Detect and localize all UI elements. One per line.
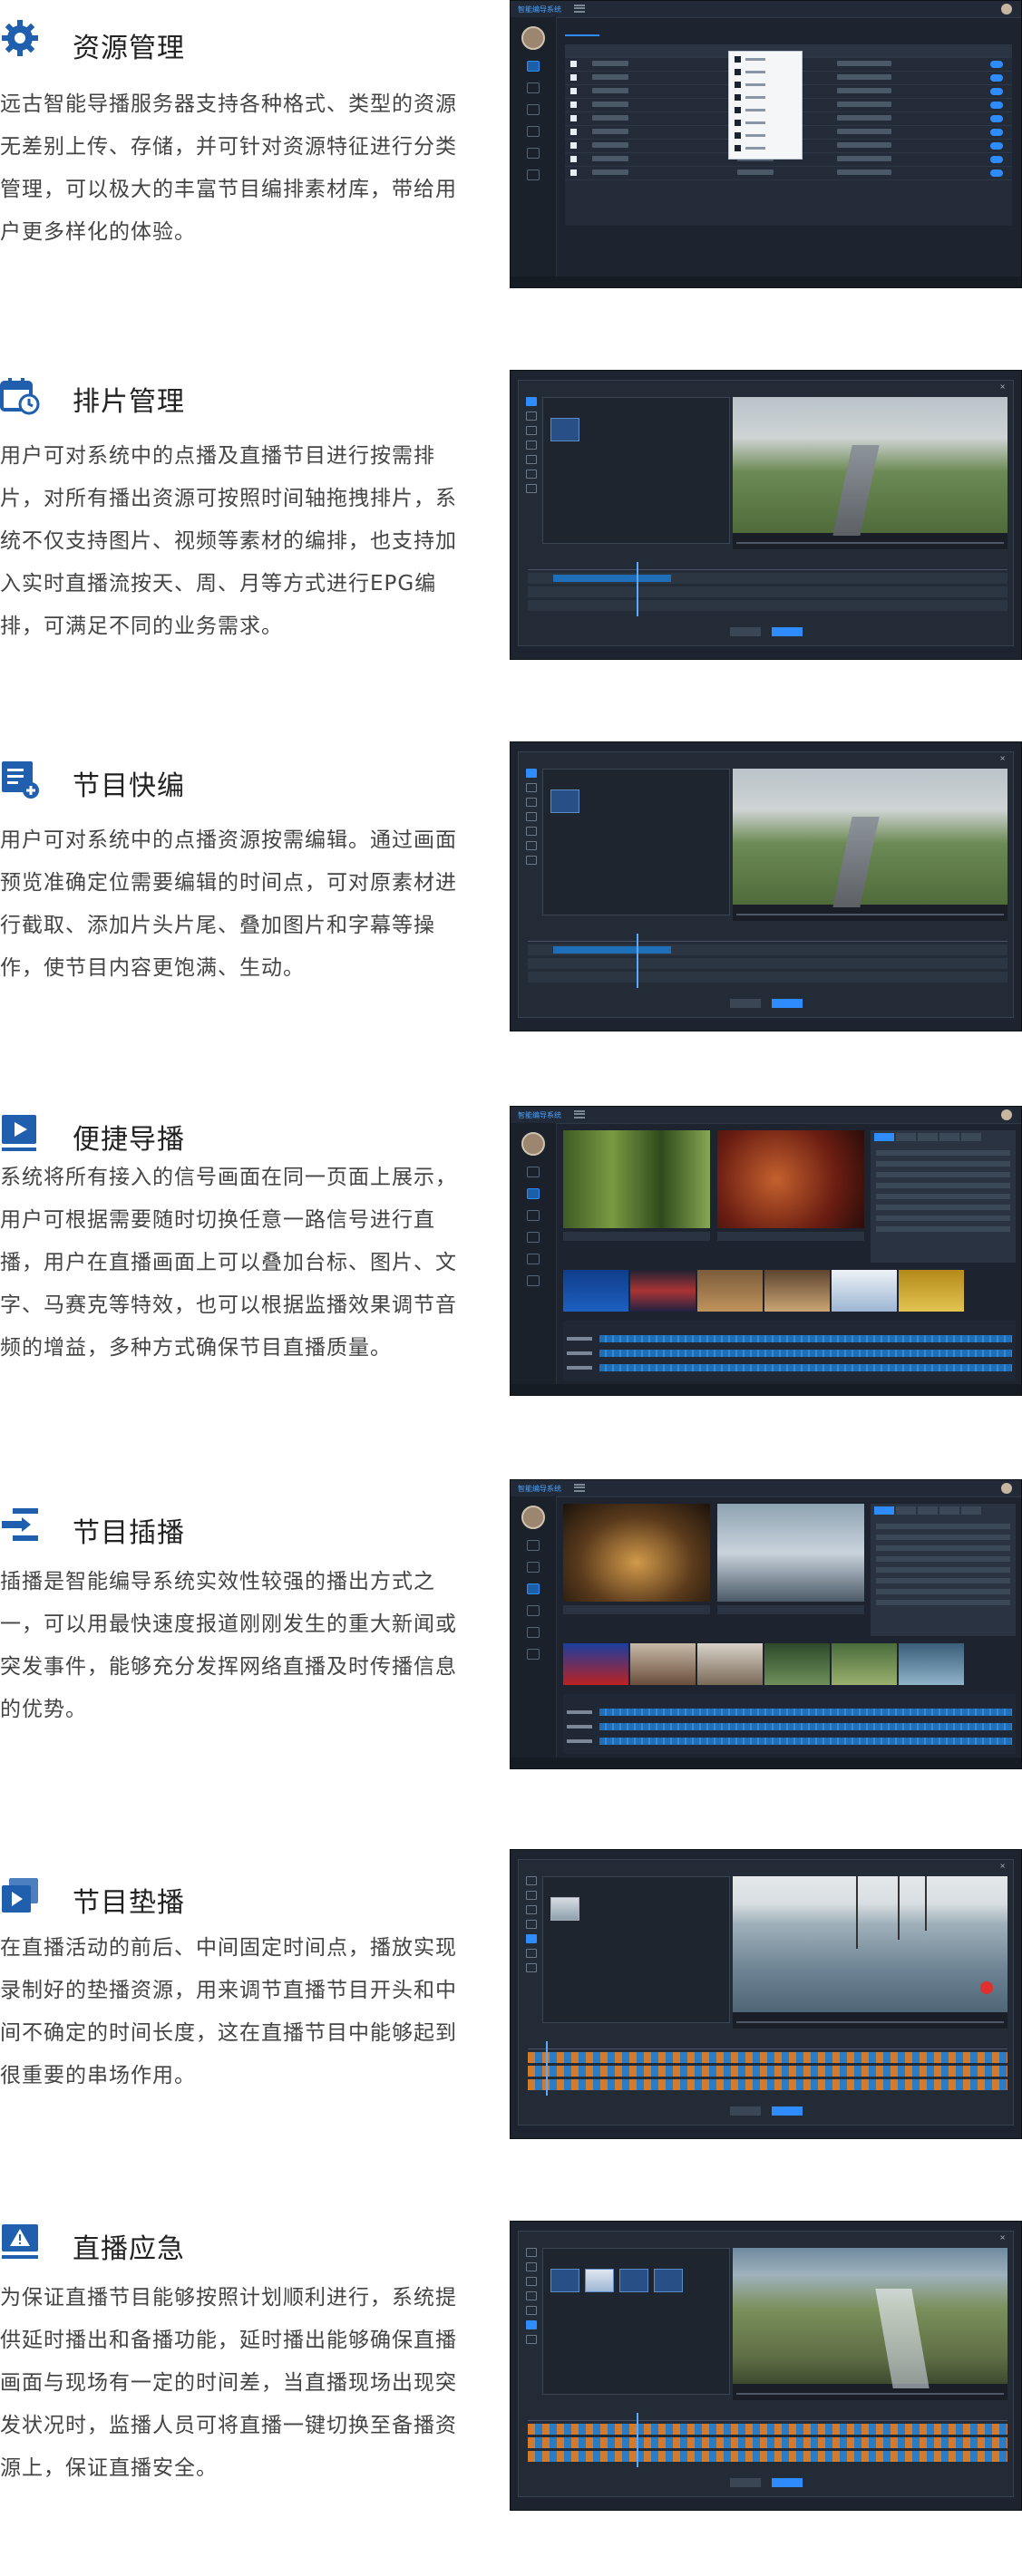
play-icon <box>2 1115 36 1151</box>
feature-description: 在直播活动的前后、中间固定时间点，播放实现录制好的垫播资源，用来调节直播节目开头… <box>0 1936 457 2087</box>
feature-title: 排片管理 <box>73 386 185 418</box>
feature-description: 用户可对系统中的点播及直播节目进行按需排片，对所有播出资源可按照时间轴拖拽排片，… <box>0 444 457 638</box>
feature-description: 远古智能导播服务器支持各种格式、类型的资源无差别上传、存储，并可针对资源特征进行… <box>0 92 457 244</box>
emergency-screenshot: × <box>510 2221 1022 2511</box>
insert-icon <box>2 1508 38 1541</box>
insert-screenshot: 智能编导系统 <box>510 1479 1022 1769</box>
filler-screenshot: × <box>510 1849 1022 2139</box>
feature-title: 资源管理 <box>73 33 185 64</box>
quick-edit-screenshot: × <box>510 741 1022 1031</box>
feature-title: 节目垫播 <box>73 1887 185 1919</box>
list-add-icon <box>2 761 39 799</box>
calendar-clock-icon <box>0 378 40 415</box>
feature-description: 插播是智能编导系统实效性较强的播出方式之一，可以用最快速度报道刚刚发生的重大新闻… <box>0 1570 457 1721</box>
scheduling-screenshot: × <box>510 370 1022 660</box>
feature-title: 直播应急 <box>73 2233 185 2265</box>
resource-management-screenshot: 智能编导系统 <box>510 0 1022 288</box>
feature-title: 便捷导播 <box>73 1124 185 1156</box>
feature-title: 节目快编 <box>73 770 185 802</box>
feature-title: 节目插播 <box>73 1517 185 1549</box>
layered-play-icon <box>2 1878 38 1913</box>
feature-description: 为保证直播节目能够按照计划顺利进行，系统提供延时播出和备播功能，延时播出能够确保… <box>0 2286 457 2480</box>
monitor-warning-icon <box>2 2224 38 2259</box>
feature-description: 用户可对系统中的点播资源按需编辑。通过画面预览准确定位需要编辑的时间点，可对原素… <box>0 828 457 980</box>
gear-icon <box>2 20 38 56</box>
director-screenshot: 智能编导系统 <box>510 1106 1022 1396</box>
feature-description: 系统将所有接入的信号画面在同一页面上展示，用户可根据需要随时切换任意一路信号进行… <box>0 1166 457 1360</box>
